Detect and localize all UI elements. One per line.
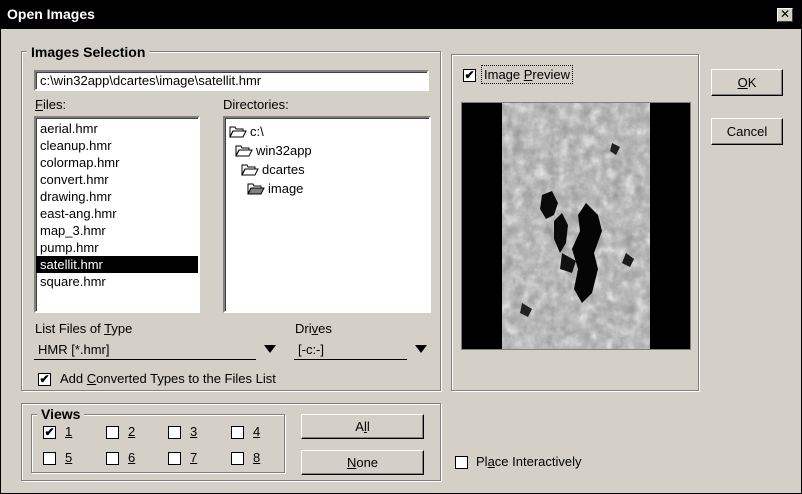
add-converted-label: Add Converted Types to the Files List <box>60 371 276 386</box>
view-label: 7 <box>190 450 198 465</box>
directories-label: Directories: <box>223 97 289 112</box>
ok-button[interactable]: OK <box>711 69 783 96</box>
directory-item[interactable]: dcartes <box>225 160 429 179</box>
check-mark-icon: ✔ <box>44 425 55 439</box>
view-1-checkbox[interactable]: ✔ <box>43 426 56 439</box>
files-label: Files: <box>35 97 67 112</box>
file-list-item[interactable]: east-ang.hmr <box>36 205 198 222</box>
view-label: 6 <box>128 450 136 465</box>
drives-value: [-c:-] <box>298 342 324 357</box>
none-button[interactable]: None <box>301 450 424 475</box>
all-button[interactable]: All <box>301 414 424 439</box>
file-list-item[interactable]: cleanup.hmr <box>36 137 198 154</box>
file-type-value: HMR [*.hmr] <box>38 342 110 357</box>
image-preview-label: Image Preview <box>481 65 573 84</box>
check-mark-icon: ✔ <box>464 68 475 82</box>
file-list-item[interactable]: square.hmr <box>36 273 198 290</box>
chevron-down-icon <box>264 345 276 353</box>
view-label: 1 <box>65 424 73 439</box>
add-converted-checkbox[interactable]: ✔ <box>38 373 51 386</box>
drives-label: Drives <box>295 321 332 336</box>
view-8-checkbox[interactable] <box>231 452 244 465</box>
images-selection-label: Images Selection <box>27 44 150 60</box>
view-label: 2 <box>128 424 136 439</box>
view-label: 4 <box>253 424 261 439</box>
directory-item-label: win32app <box>256 143 312 158</box>
file-list-item[interactable]: convert.hmr <box>36 171 198 188</box>
list-type-label: List Files of Type <box>35 321 133 336</box>
directory-item-label: image <box>268 181 304 196</box>
image-preview <box>461 102 691 350</box>
directory-item-label: dcartes <box>262 162 305 177</box>
folder-open-icon <box>235 145 253 156</box>
view-label: 8 <box>253 450 261 465</box>
path-input[interactable] <box>36 72 427 89</box>
title-bar[interactable]: Open Images ✕ <box>1 1 801 29</box>
place-interactively-checkbox[interactable] <box>455 456 468 469</box>
check-mark-icon: ✔ <box>39 372 50 386</box>
file-list-item[interactable]: satellit.hmr <box>36 256 198 273</box>
directory-item[interactable]: c:\ <box>225 122 429 141</box>
path-field[interactable] <box>34 70 429 91</box>
file-list-item[interactable]: map_3.hmr <box>36 222 198 239</box>
cancel-button[interactable]: Cancel <box>711 118 783 145</box>
views-label: Views <box>37 406 85 422</box>
image-preview-checkbox[interactable]: ✔ <box>463 69 476 82</box>
view-6-checkbox[interactable] <box>106 452 119 465</box>
chevron-down-icon <box>415 345 427 353</box>
file-list-item[interactable]: drawing.hmr <box>36 188 198 205</box>
directory-item-label: c:\ <box>250 124 264 139</box>
drives-select[interactable]: [-c:-] <box>294 339 431 363</box>
folder-open-icon <box>241 164 259 175</box>
view-7-checkbox[interactable] <box>168 452 181 465</box>
directory-item[interactable]: win32app <box>225 141 429 160</box>
view-label: 3 <box>190 424 198 439</box>
file-list-item[interactable]: aerial.hmr <box>36 120 198 137</box>
folder-open-icon <box>247 183 265 194</box>
place-interactively-label: Place Interactively <box>476 454 582 469</box>
view-4-checkbox[interactable] <box>231 426 244 439</box>
view-3-checkbox[interactable] <box>168 426 181 439</box>
satellite-image <box>502 103 650 349</box>
view-5-checkbox[interactable] <box>43 452 56 465</box>
directory-item[interactable]: image <box>225 179 429 198</box>
files-list[interactable]: aerial.hmr cleanup.hmr colormap.hmr convert… <box>34 116 200 313</box>
close-button[interactable]: ✕ <box>777 8 793 22</box>
open-images-dialog: Open Images ✕ Images Selection Files: Di… <box>0 0 802 494</box>
close-icon: ✕ <box>779 7 791 21</box>
file-type-select[interactable]: HMR [*.hmr] <box>34 339 280 363</box>
file-list-item[interactable]: colormap.hmr <box>36 154 198 171</box>
folder-open-icon <box>229 126 247 137</box>
directories-list[interactable]: c:\ win32app dcartes image <box>223 116 431 313</box>
view-label: 5 <box>65 450 73 465</box>
window-title: Open Images <box>7 6 95 22</box>
view-2-checkbox[interactable] <box>106 426 119 439</box>
file-list-item[interactable]: pump.hmr <box>36 239 198 256</box>
